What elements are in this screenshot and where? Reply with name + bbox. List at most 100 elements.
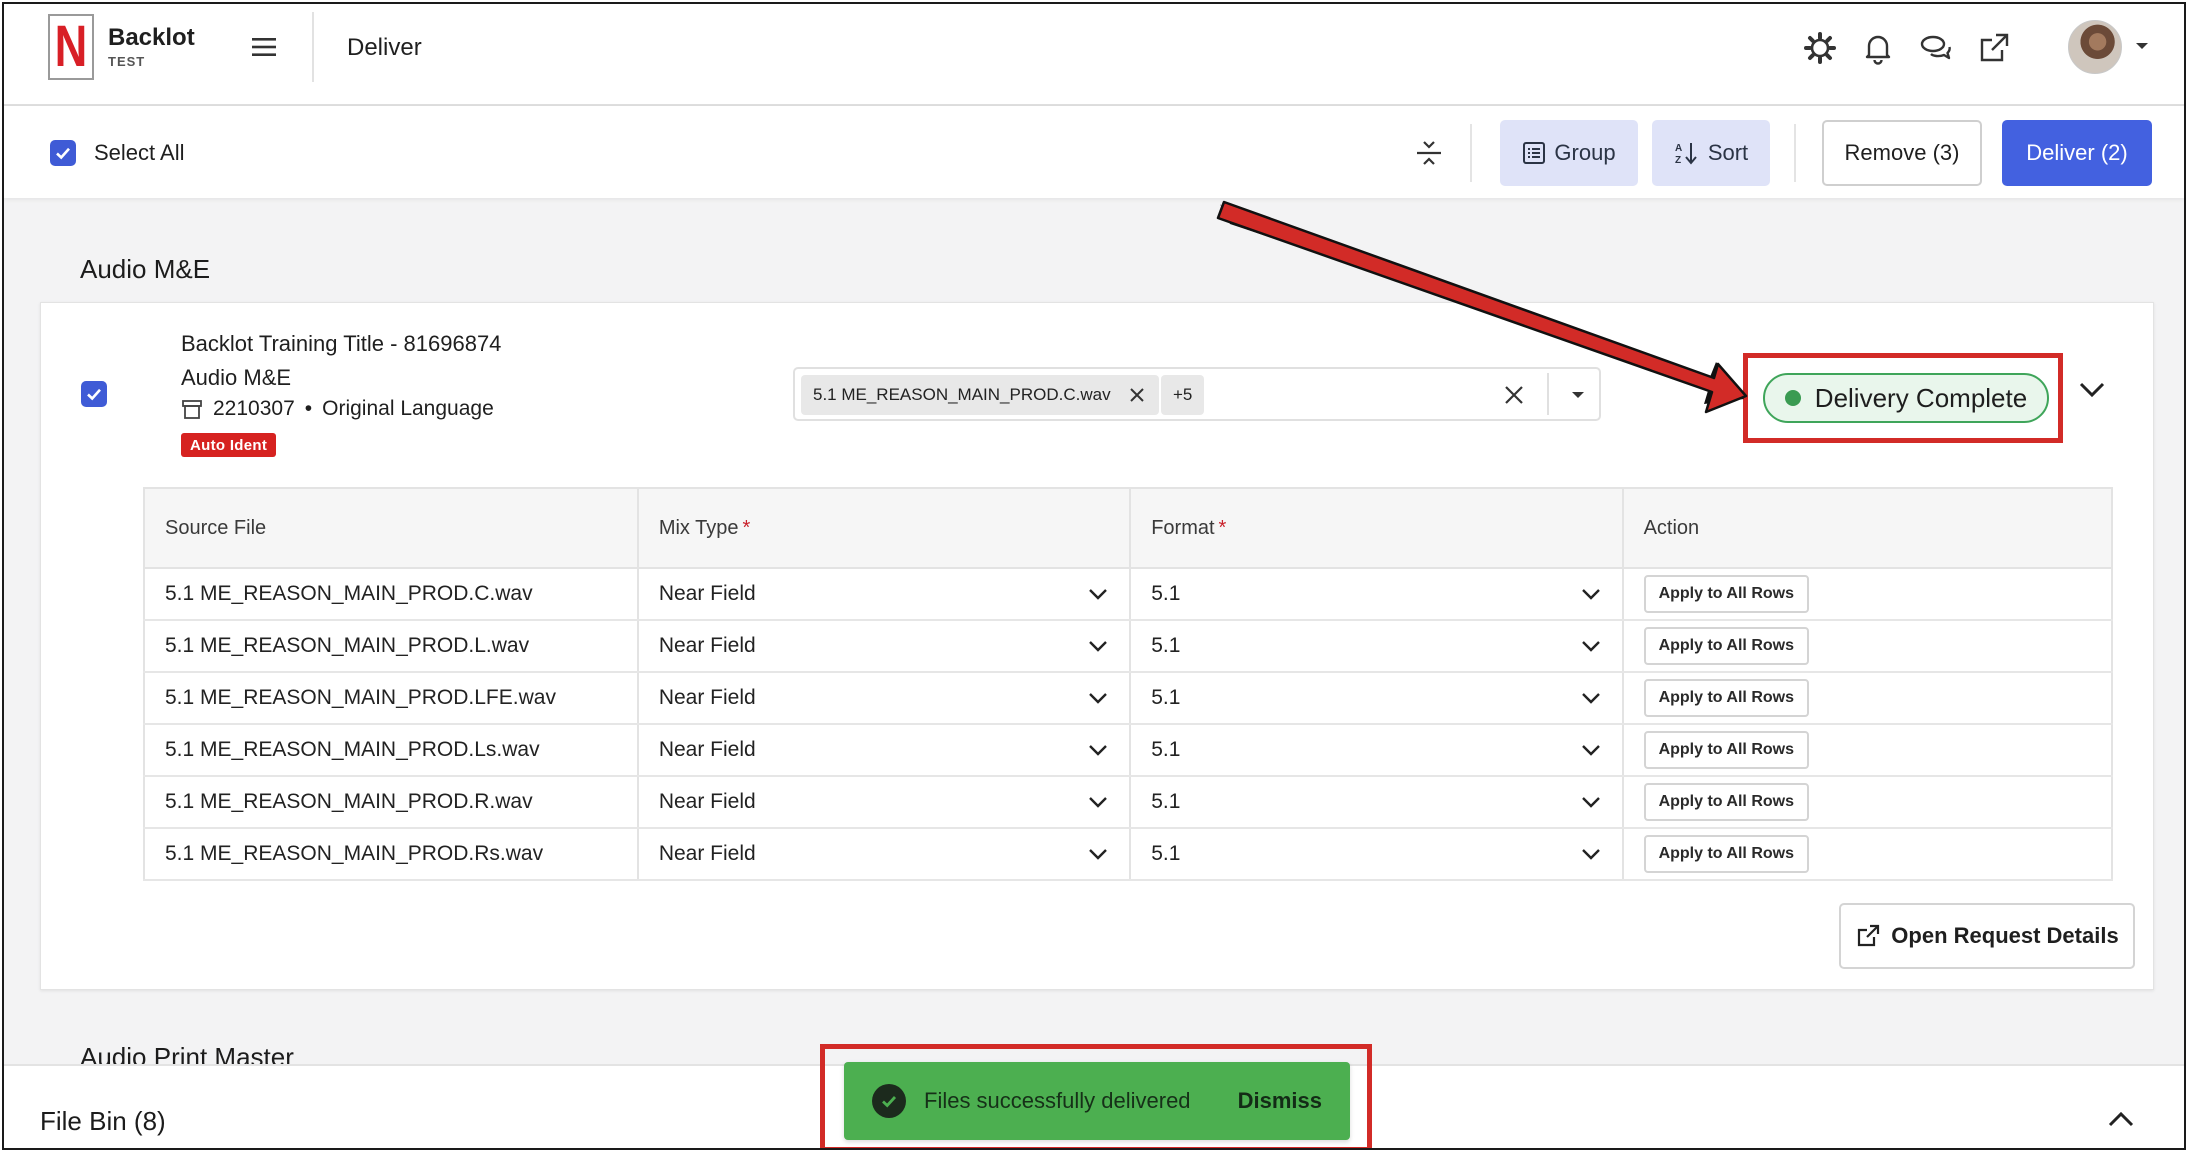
action-toolbar: Select All Group A Z Sort Remove (3) Del… (4, 106, 2184, 198)
format-select[interactable]: 5.1 (1130, 620, 1624, 673)
sort-button[interactable]: A Z Sort (1652, 120, 1770, 186)
toolbar-divider (1470, 124, 1472, 182)
menu-icon[interactable] (250, 34, 278, 60)
chevron-down-icon (1581, 589, 1600, 600)
table-row: 5.1 ME_REASON_MAIN_PROD.Rs.wav Near Field… (144, 828, 2112, 881)
external-link-icon[interactable] (1976, 30, 2012, 66)
file-chip-label: 5.1 ME_REASON_MAIN_PROD.C.wav (813, 385, 1111, 404)
group-button[interactable]: Group (1500, 120, 1638, 186)
format-select[interactable]: 5.1 (1130, 828, 1624, 881)
table-row: 5.1 ME_REASON_MAIN_PROD.C.wav Near Field 5… (144, 568, 2112, 621)
meta-separator: • (304, 397, 313, 420)
chat-icon[interactable] (1918, 30, 1954, 66)
svg-text:A: A (1675, 143, 1682, 154)
source-file-cell: 5.1 ME_REASON_MAIN_PROD.LFE.wav (144, 672, 639, 725)
item-type: Audio M&E (181, 365, 292, 390)
source-file-cell: 5.1 ME_REASON_MAIN_PROD.Ls.wav (144, 724, 639, 777)
apply-to-all-rows-button[interactable]: Apply to All Rows (1643, 627, 1809, 665)
status-badge: Delivery Complete (1763, 373, 2049, 423)
select-all-checkbox[interactable] (50, 140, 76, 166)
action-cell: Apply to All Rows (1622, 724, 2112, 777)
toast-message: Files successfully delivered (924, 1088, 1191, 1113)
apply-to-all-rows-button[interactable]: Apply to All Rows (1643, 575, 1809, 613)
column-header-mix-type: Mix Type * (637, 488, 1132, 569)
deliver-button[interactable]: Deliver (2) (2002, 120, 2152, 186)
settings-icon[interactable] (1802, 30, 1838, 66)
item-checkbox[interactable] (81, 381, 107, 407)
auto-ident-badge: Auto Ident (181, 433, 277, 457)
close-icon[interactable] (1127, 385, 1147, 405)
chevron-up-icon[interactable] (2106, 1108, 2136, 1130)
delivery-card: Backlot Training Title - 81696874 Audio … (40, 302, 2154, 990)
action-cell: Apply to All Rows (1622, 568, 2112, 621)
chevron-down-icon (1089, 797, 1108, 808)
open-request-details-button[interactable]: Open Request Details (1839, 903, 2135, 969)
table-row: 5.1 ME_REASON_MAIN_PROD.L.wav Near Field 5… (144, 620, 2112, 673)
action-cell: Apply to All Rows (1622, 620, 2112, 673)
chevron-down-icon (1581, 693, 1600, 704)
group-button-label: Group (1554, 140, 1616, 165)
dropdown-caret-icon[interactable] (1569, 388, 1587, 402)
chevron-down-icon (1089, 693, 1108, 704)
page-title: Deliver (347, 34, 422, 61)
avatar[interactable] (2068, 20, 2122, 74)
netflix-logo[interactable]: N (48, 14, 94, 80)
format-select[interactable]: 5.1 (1130, 776, 1624, 829)
brand-env: TEST (108, 54, 146, 69)
chevron-down-icon (1581, 797, 1600, 808)
success-toast: Files successfully delivered Dismiss (844, 1062, 1350, 1140)
select-all-label: Select All (94, 140, 185, 165)
format-select[interactable]: 5.1 (1130, 568, 1624, 621)
header-divider (312, 12, 314, 82)
mix-type-select[interactable]: Near Field (637, 724, 1132, 777)
apply-to-all-rows-button[interactable]: Apply to All Rows (1643, 783, 1809, 821)
mix-type-select[interactable]: Near Field (637, 828, 1132, 881)
clear-icon[interactable] (1501, 382, 1527, 408)
apply-to-all-rows-button[interactable]: Apply to All Rows (1643, 731, 1809, 769)
more-chip[interactable]: +5 (1161, 375, 1205, 415)
remove-button-label: Remove (3) (1844, 140, 1960, 165)
format-select[interactable]: 5.1 (1130, 672, 1624, 725)
mix-type-select[interactable]: Near Field (637, 776, 1132, 829)
bell-icon[interactable] (1860, 30, 1896, 66)
source-file-cell: 5.1 ME_REASON_MAIN_PROD.Rs.wav (144, 828, 639, 881)
table-row: 5.1 ME_REASON_MAIN_PROD.LFE.wav Near Fiel… (144, 672, 2112, 725)
chevron-down-icon (1581, 745, 1600, 756)
dismiss-button[interactable]: Dismiss (1238, 1088, 1322, 1114)
status-dot (1784, 390, 1801, 406)
source-file-cell: 5.1 ME_REASON_MAIN_PROD.C.wav (144, 568, 639, 621)
check-circle-icon (872, 1084, 906, 1118)
action-cell: Apply to All Rows (1622, 672, 2112, 725)
column-header-format: Format * (1130, 488, 1624, 569)
chevron-down-icon (1089, 745, 1108, 756)
source-file-cell: 5.1 ME_REASON_MAIN_PROD.L.wav (144, 620, 639, 673)
file-multiselect[interactable]: 5.1 ME_REASON_MAIN_PROD.C.wav +5 (793, 367, 1601, 421)
status-label: Delivery Complete (1814, 382, 2028, 413)
logo-letter: N (54, 14, 88, 79)
item-meta: 2210307 • Original Language (181, 397, 494, 421)
multiselect-divider (1547, 373, 1549, 415)
collapse-all-icon[interactable] (1412, 136, 1446, 170)
chevron-down-icon (1581, 641, 1600, 652)
format-select[interactable]: 5.1 (1130, 724, 1624, 777)
chevron-down-icon (1581, 849, 1600, 860)
external-link-icon (1858, 924, 1880, 947)
open-request-label: Open Request Details (1891, 923, 2119, 948)
chevron-down-icon[interactable] (2134, 40, 2150, 52)
brand: Backlot TEST (108, 24, 195, 69)
request-id: 2210307 (213, 397, 295, 420)
apply-to-all-rows-button[interactable]: Apply to All Rows (1643, 835, 1809, 873)
mix-type-select[interactable]: Near Field (637, 620, 1132, 673)
mix-type-select[interactable]: Near Field (637, 568, 1132, 621)
action-cell: Apply to All Rows (1622, 776, 2112, 829)
mix-type-select[interactable]: Near Field (637, 672, 1132, 725)
table-row: 5.1 ME_REASON_MAIN_PROD.R.wav Near Field 5… (144, 776, 2112, 829)
section-title: Audio M&E (80, 254, 211, 284)
sort-button-label: Sort (1707, 140, 1749, 165)
apply-to-all-rows-button[interactable]: Apply to All Rows (1643, 679, 1809, 717)
source-files-table: Source File Mix Type * Format * Action 5.1… (143, 487, 2113, 881)
table-row: 5.1 ME_REASON_MAIN_PROD.Ls.wav Near Field… (144, 724, 2112, 777)
top-header: N Backlot TEST Deliver (4, 4, 2184, 106)
chevron-down-icon[interactable] (2077, 379, 2107, 401)
remove-button[interactable]: Remove (3) (1822, 120, 1982, 186)
